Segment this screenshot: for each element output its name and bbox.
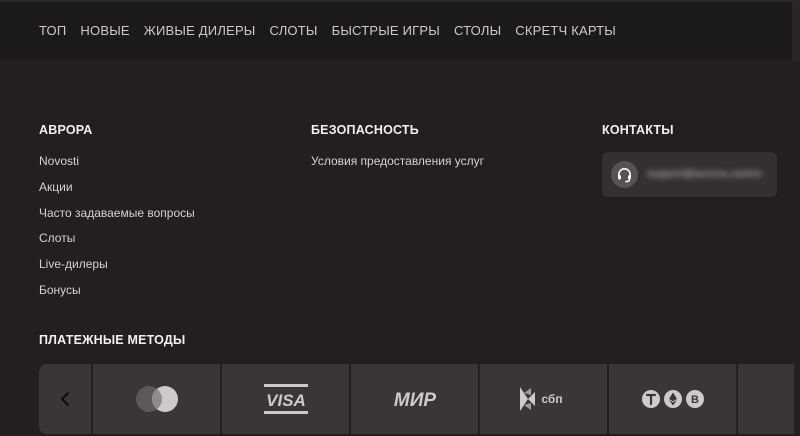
footer-column-aurora: АВРОРА Novosti Акции Часто задаваемые во…	[39, 123, 195, 309]
footer-link-live-dealers[interactable]: Live-дилеры	[39, 257, 108, 271]
chevron-left-icon	[60, 391, 70, 407]
footer-heading-security: БЕЗОПАСНОСТЬ	[311, 123, 419, 137]
payment-methods-carousel: VISA МИР сбп B	[39, 364, 800, 436]
payment-method-crypto[interactable]: B	[609, 364, 736, 434]
scroll-edge	[792, 2, 800, 62]
svg-text:B: B	[691, 394, 699, 406]
visa-icon: VISA	[263, 384, 308, 414]
footer-column-security: БЕЗОПАСНОСТЬ Условия предоставления услу…	[311, 123, 484, 180]
nav-item-new[interactable]: НОВЫЕ	[80, 23, 129, 38]
footer-heading-contacts: КОНТАКТЫ	[602, 123, 674, 137]
payment-method-partial[interactable]	[738, 364, 794, 434]
mastercard-icon	[135, 386, 178, 412]
payment-methods-heading: ПЛАТЕЖНЫЕ МЕТОДЫ	[39, 333, 186, 347]
payment-method-visa[interactable]: VISA	[222, 364, 349, 434]
payment-method-mastercard[interactable]	[93, 364, 220, 434]
footer-link-terms[interactable]: Условия предоставления услуг	[311, 154, 484, 168]
footer-link-faq[interactable]: Часто задаваемые вопросы	[39, 206, 195, 220]
sbp-label: сбп	[541, 392, 562, 406]
nav-item-scratch-cards[interactable]: СКРЕТЧ КАРТЫ	[515, 23, 616, 38]
footer-link-bonuses[interactable]: Бонусы	[39, 283, 81, 297]
mir-icon: МИР	[393, 390, 435, 411]
nav-item-top[interactable]: ТОП	[39, 23, 66, 38]
footer-heading-aurora: АВРОРА	[39, 123, 93, 137]
nav-item-live-dealers[interactable]: ЖИВЫЕ ДИЛЕРЫ	[144, 23, 256, 38]
footer-link-news[interactable]: Novosti	[39, 154, 79, 168]
carousel-prev-button[interactable]	[39, 364, 91, 434]
sbp-icon: сбп	[519, 387, 562, 411]
nav-item-tables[interactable]: СТОЛЫ	[454, 23, 501, 38]
footer-link-promotions[interactable]: Акции	[39, 180, 73, 194]
headset-icon	[611, 161, 638, 188]
top-navigation-bar: ТОП НОВЫЕ ЖИВЫЕ ДИЛЕРЫ СЛОТЫ БЫСТРЫЕ ИГР…	[0, 0, 800, 62]
payment-method-mir[interactable]: МИР	[351, 364, 478, 434]
category-nav: ТОП НОВЫЕ ЖИВЫЕ ДИЛЕРЫ СЛОТЫ БЫСТРЫЕ ИГР…	[39, 23, 616, 38]
nav-item-fast-games[interactable]: БЫСТРЫЕ ИГРЫ	[332, 23, 440, 38]
footer-column-contacts: КОНТАКТЫ	[602, 123, 674, 137]
payment-method-sbp[interactable]: сбп	[480, 364, 607, 434]
support-contact-card[interactable]: support@aurora.casino	[602, 152, 777, 197]
support-email: support@aurora.casino	[647, 168, 762, 180]
mir-label: МИР	[393, 390, 435, 411]
crypto-icon: B	[641, 390, 704, 408]
footer-link-slots[interactable]: Слоты	[39, 231, 75, 245]
nav-item-slots[interactable]: СЛОТЫ	[270, 23, 318, 38]
visa-label: VISA	[266, 391, 306, 410]
